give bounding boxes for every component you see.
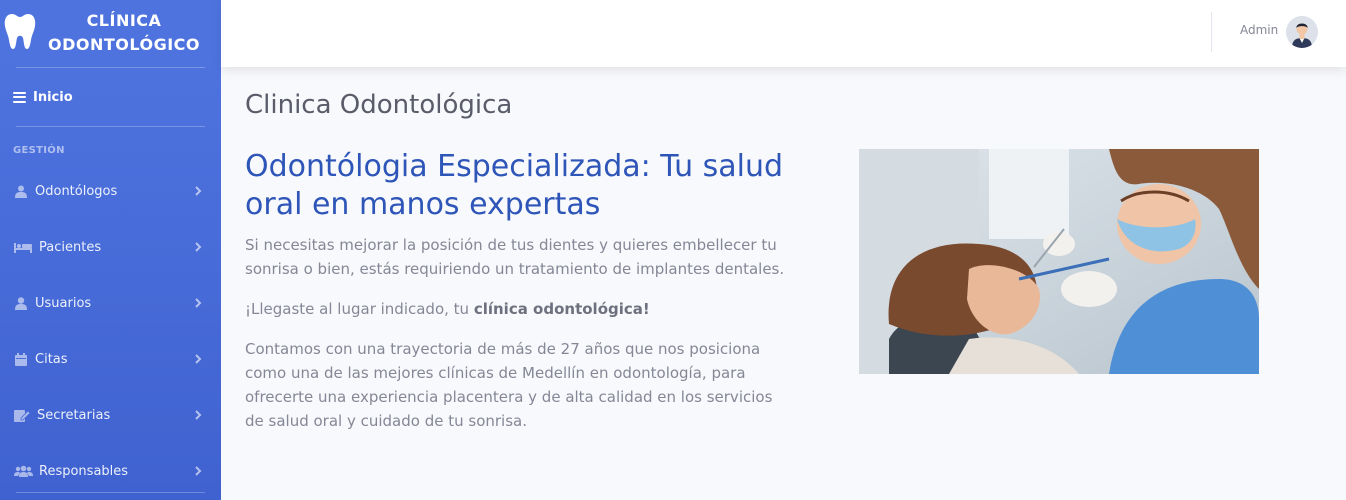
sidebar-item-secretarias[interactable]: Secretarias [0,387,221,443]
brand[interactable]: CLÍNICA ODONTOLÓGICO [0,0,221,67]
sidebar-nav: Odontólogos Pacientes Usuarios Citas Sec… [0,163,221,499]
sidebar-item-label: Inicio [33,89,73,105]
sidebar-item-label: Responsables [39,463,129,479]
user-doctor-icon [13,184,29,198]
headline: Odontólogia Especializada: Tu salud oral… [245,149,784,222]
avatar[interactable] [1286,16,1318,48]
sidebar-item-label: Secretarias [37,407,111,423]
sidebar-divider [16,126,205,127]
chevron-right-icon [195,186,202,196]
page-title: Clinica Odontológica [245,90,513,120]
topbar-divider [1211,12,1212,52]
dentist-photo [859,149,1259,374]
sidebar: CLÍNICA ODONTOLÓGICO Inicio GESTIÓN Odon… [0,0,221,500]
chevron-right-icon [195,298,202,308]
highlight-prefix: ¡Llegaste al lugar indicado, tu [245,300,474,318]
chevron-right-icon [195,466,202,476]
sidebar-divider [16,492,205,493]
sidebar-item-label: Odontólogos [35,183,118,199]
bed-icon [13,240,33,254]
sidebar-item-usuarios[interactable]: Usuarios [0,275,221,331]
edit-icon [13,408,31,422]
chevron-right-icon [195,410,202,420]
highlight-paragraph: ¡Llegaste al lugar indicado, tu clínica … [245,297,785,321]
user-icon [13,296,29,310]
users-icon [13,464,33,478]
chevron-right-icon [195,354,202,364]
experience-paragraph: Contamos con una trayectoria de más de 2… [245,340,773,430]
section-heading: GESTIÓN [13,145,65,156]
intro-paragraph: Si necesitas mejorar la posición de tus … [245,236,785,278]
sidebar-item-citas[interactable]: Citas [0,331,221,387]
tooth-icon [4,14,36,49]
sidebar-item-label: Pacientes [39,239,102,255]
chevron-right-icon [195,242,202,252]
sidebar-item-inicio[interactable]: Inicio [0,68,221,126]
sidebar-item-pacientes[interactable]: Pacientes [0,219,221,275]
calendar-icon [13,352,29,366]
brand-title: CLÍNICA ODONTOLÓGICO [47,11,201,54]
sidebar-item-label: Usuarios [35,295,92,311]
avatar-icon [1286,16,1318,48]
bars-icon [13,91,26,103]
topbar: Admin [221,0,1346,67]
sidebar-item-odontologos[interactable]: Odontólogos [0,163,221,219]
user-name[interactable]: Admin [1240,23,1278,37]
sidebar-item-label: Citas [35,351,68,367]
highlight-bold: clínica odontológica! [473,300,650,318]
sidebar-item-responsables[interactable]: Responsables [0,443,221,499]
